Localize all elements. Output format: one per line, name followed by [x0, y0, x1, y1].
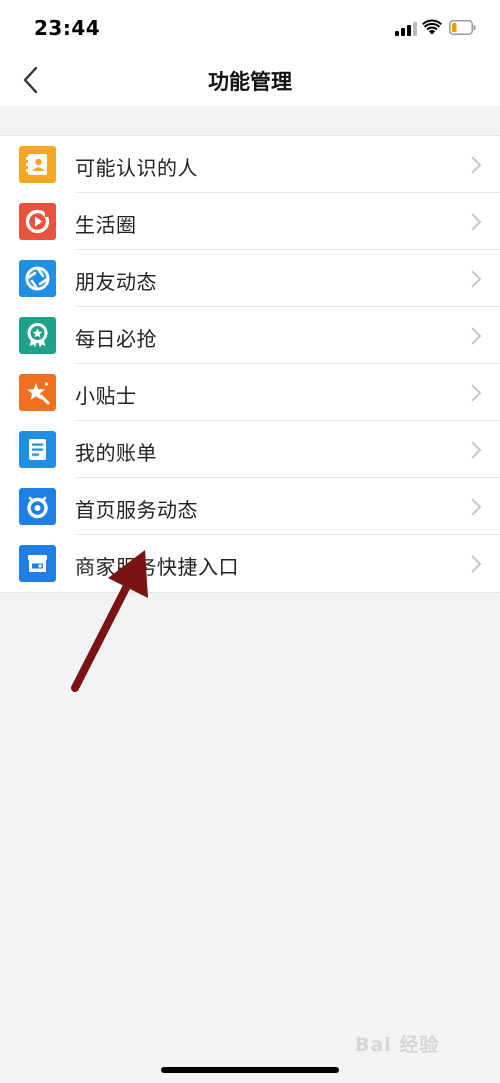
list-item-label: 商家服务快捷入口	[75, 555, 239, 579]
life-circle-icon	[19, 203, 56, 240]
status-time: 23:44	[34, 16, 101, 40]
watermark-text: Bai 经验	[355, 1034, 440, 1056]
chevron-right-icon	[471, 441, 482, 459]
page-title: 功能管理	[208, 70, 292, 94]
list-item-label: 我的账单	[75, 441, 157, 465]
chevron-right-icon	[471, 327, 482, 345]
list-item-label: 朋友动态	[75, 270, 157, 294]
list-item-my-bills[interactable]: 我的账单	[0, 421, 500, 478]
chevron-left-icon	[23, 66, 38, 94]
storefront-icon	[19, 545, 56, 582]
screen: 23:44 功能管理 可能认识的人 生活圈 朋友动态 每日必抢 小贴士 我的账单…	[0, 0, 500, 1083]
chevron-right-icon	[471, 555, 482, 573]
list-item-people-you-may-know[interactable]: 可能认识的人	[0, 136, 500, 193]
list-item-merchant-shortcut[interactable]: 商家服务快捷入口	[0, 535, 500, 592]
chevron-right-icon	[471, 270, 482, 288]
list-item-daily-deals[interactable]: 每日必抢	[0, 307, 500, 364]
chevron-right-icon	[471, 498, 482, 516]
chevron-right-icon	[471, 213, 482, 231]
list-item-life-circle[interactable]: 生活圈	[0, 193, 500, 250]
list-item-tips[interactable]: 小贴士	[0, 364, 500, 421]
contact-card-icon	[19, 146, 56, 183]
status-bar: 23:44	[0, 0, 500, 56]
aperture-icon	[19, 260, 56, 297]
list-item-label: 首页服务动态	[75, 498, 198, 522]
list-item-label: 小贴士	[75, 384, 137, 408]
navigation-bar: 功能管理	[0, 56, 500, 106]
alarm-ring-icon	[19, 488, 56, 525]
chevron-right-icon	[471, 156, 482, 174]
chevron-right-icon	[471, 384, 482, 402]
battery-icon	[449, 20, 476, 35]
award-badge-icon	[19, 317, 56, 354]
home-indicator	[161, 1067, 339, 1073]
bill-document-icon	[19, 431, 56, 468]
list-item-home-service-updates[interactable]: 首页服务动态	[0, 478, 500, 535]
list-item-label: 生活圈	[75, 213, 137, 237]
wifi-icon	[422, 19, 442, 35]
list-item-friend-updates[interactable]: 朋友动态	[0, 250, 500, 307]
list-item-label: 可能认识的人	[75, 156, 198, 180]
watermark: Bai 经验	[355, 1030, 439, 1057]
feature-list: 可能认识的人 生活圈 朋友动态 每日必抢 小贴士 我的账单 首页服务动态 商家服…	[0, 135, 500, 593]
sparkle-star-icon	[19, 374, 56, 411]
cellular-signal-icon	[395, 22, 417, 36]
back-button[interactable]	[14, 64, 48, 98]
list-item-label: 每日必抢	[75, 327, 157, 351]
